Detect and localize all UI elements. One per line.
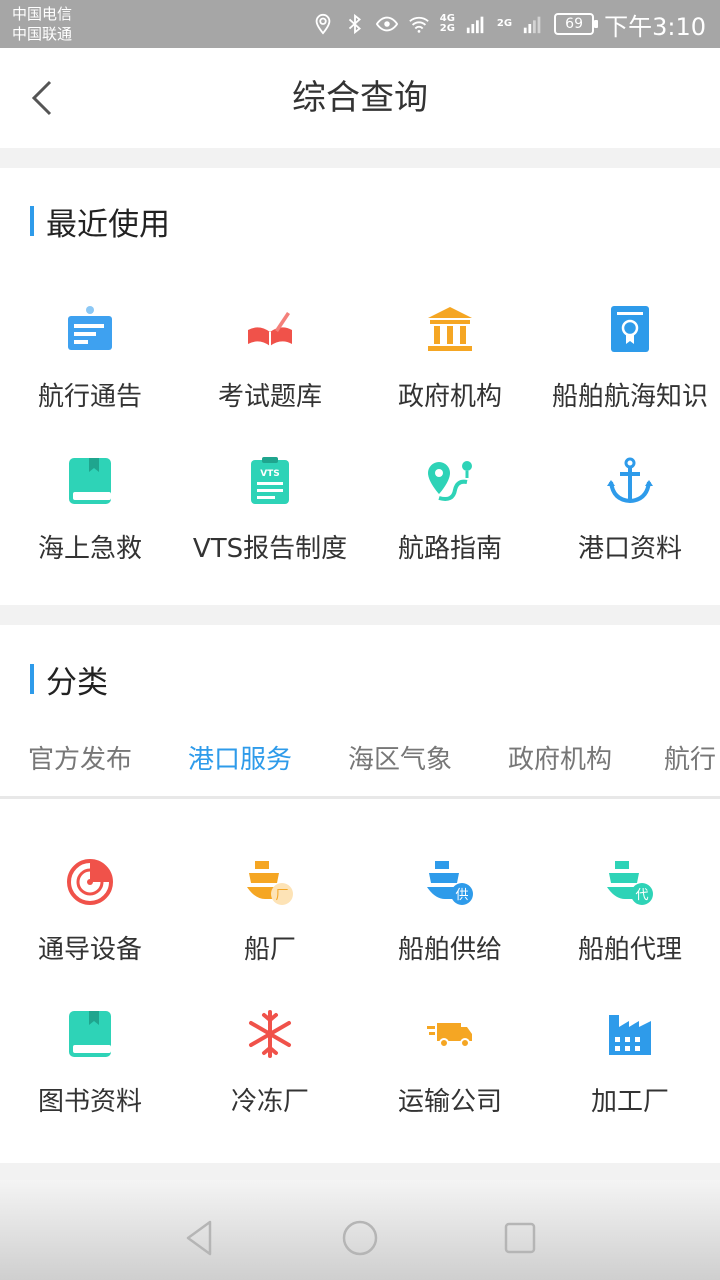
app-header: 综合查询	[0, 48, 720, 148]
category-section-title: 分类	[30, 662, 108, 701]
recent-item-label: 航路指南	[397, 534, 502, 564]
delivery-truck-icon	[427, 1023, 472, 1048]
nav-back-icon[interactable]	[180, 1218, 220, 1258]
recent-section-title: 最近使用	[30, 204, 170, 243]
ship-supply-icon: 供	[427, 861, 473, 905]
category-tabs: 官方发布 港口服务 海区气象 政府机构 航行	[0, 735, 720, 799]
clipboard-vts-icon: VTS	[251, 457, 289, 504]
recent-item-exam[interactable]: 考试题库	[180, 298, 360, 450]
category-item-nav-equipment[interactable]: 通导设备	[0, 851, 180, 1003]
signal-icon	[466, 16, 484, 34]
category-item-label: 通导设备	[37, 935, 142, 965]
category-item-label: 运输公司	[397, 1087, 502, 1117]
tab-government[interactable]: 政府机构	[480, 735, 640, 796]
category-item-label: 船舶供给	[397, 935, 502, 965]
category-item-shipyard[interactable]: 厂 船厂	[180, 851, 360, 1003]
category-title-text: 分类	[46, 664, 108, 701]
factory-icon	[609, 1015, 651, 1055]
nav-recents-icon[interactable]	[500, 1218, 540, 1258]
signal-icon-2	[523, 16, 541, 34]
category-section: 分类 官方发布 港口服务 海区气象 政府机构 航行 通导设备 厂 船厂 供 船舶…	[0, 625, 720, 1163]
recent-section: 最近使用 航行通告 考试题库 政府机构 船舶航海知识 海上急救 VTS VTS报…	[0, 168, 720, 605]
nav-home-icon[interactable]	[340, 1218, 380, 1258]
system-nav-bar	[0, 1180, 720, 1280]
recent-item-port-info[interactable]: 港口资料	[540, 450, 720, 602]
certificate-icon	[611, 306, 649, 352]
recent-grid: 航行通告 考试题库 政府机构 船舶航海知识 海上急救 VTS VTS报告制度 航…	[0, 298, 720, 602]
recent-item-government[interactable]: 政府机构	[360, 298, 540, 450]
recent-item-label: 航行通告	[37, 382, 142, 412]
svg-text:VTS: VTS	[260, 469, 280, 479]
category-item-ship-supply[interactable]: 供 船舶供给	[360, 851, 540, 1003]
category-grid: 通导设备 厂 船厂 供 船舶供给 代 船舶代理 图书资料 冷冻厂 运输公司 加工…	[0, 851, 720, 1155]
ship-factory-icon: 厂	[247, 861, 293, 905]
recent-item-label: 船舶航海知识	[551, 382, 708, 412]
government-building-icon	[428, 307, 472, 351]
category-item-label: 船舶代理	[577, 935, 682, 965]
tab-sea-weather[interactable]: 海区气象	[320, 735, 480, 796]
category-item-label: 船厂	[243, 935, 296, 965]
recent-item-label: 考试题库	[217, 382, 322, 412]
book-icon	[69, 1011, 111, 1057]
section-accent-bar	[30, 664, 34, 694]
category-item-factory[interactable]: 加工厂	[540, 1003, 720, 1155]
open-book-pen-icon	[248, 312, 292, 346]
wifi-icon	[408, 16, 429, 33]
eye-icon	[375, 16, 398, 32]
radar-icon	[67, 859, 113, 905]
tab-navigation[interactable]: 航行	[640, 735, 720, 796]
status-time: 下午3:10	[604, 12, 706, 41]
tab-official-release[interactable]: 官方发布	[0, 735, 160, 796]
category-item-label: 图书资料	[37, 1087, 142, 1117]
category-item-transport[interactable]: 运输公司	[360, 1003, 540, 1155]
ship-agent-badge: 代	[635, 888, 648, 903]
snowflake-icon	[249, 1010, 291, 1058]
notice-board-icon	[68, 306, 112, 350]
anchor-icon	[607, 457, 653, 504]
network-type-2g: 2G	[496, 18, 513, 29]
ship-supply-badge: 供	[455, 888, 468, 903]
tab-port-services[interactable]: 港口服务	[160, 735, 320, 796]
book-icon	[69, 458, 111, 504]
recent-item-knowledge[interactable]: 船舶航海知识	[540, 298, 720, 450]
carrier-info: 中国电信 中国联通	[12, 4, 72, 44]
status-icons: 4G 2G 2G 69 下午3:10	[312, 0, 706, 48]
ship-agent-icon: 代	[607, 861, 653, 905]
recent-item-label: 政府机构	[397, 382, 502, 412]
status-bar: 中国电信 中国联通 4G 2G 2G 69 下午3:10	[0, 0, 720, 48]
carrier-2: 中国联通	[12, 25, 73, 43]
section-accent-bar	[30, 206, 34, 236]
net-label-2: 2G	[439, 23, 455, 34]
recent-item-vts[interactable]: VTS VTS报告制度	[180, 450, 360, 602]
route-map-icon	[428, 461, 472, 501]
recent-item-route-guide[interactable]: 航路指南	[360, 450, 540, 602]
category-item-label: 加工厂	[590, 1087, 669, 1117]
recent-item-notice[interactable]: 航行通告	[0, 298, 180, 450]
location-icon	[315, 13, 331, 35]
category-item-books[interactable]: 图书资料	[0, 1003, 180, 1155]
battery-icon: 69	[554, 13, 599, 35]
recent-item-label: 海上急救	[37, 534, 142, 564]
carrier-1: 中国电信	[12, 5, 73, 23]
network-type-4g: 4G 2G	[440, 14, 455, 34]
recent-item-label: VTS报告制度	[192, 534, 348, 564]
recent-item-label: 港口资料	[577, 534, 682, 564]
category-item-ship-agent[interactable]: 代 船舶代理	[540, 851, 720, 1003]
page-title: 综合查询	[292, 78, 428, 118]
recent-item-first-aid[interactable]: 海上急救	[0, 450, 180, 602]
category-item-cold-storage[interactable]: 冷冻厂	[180, 1003, 360, 1155]
category-item-label: 冷冻厂	[230, 1087, 309, 1117]
ship-factory-badge: 厂	[275, 888, 288, 903]
bluetooth-icon	[348, 13, 361, 35]
recent-title-text: 最近使用	[46, 206, 170, 243]
